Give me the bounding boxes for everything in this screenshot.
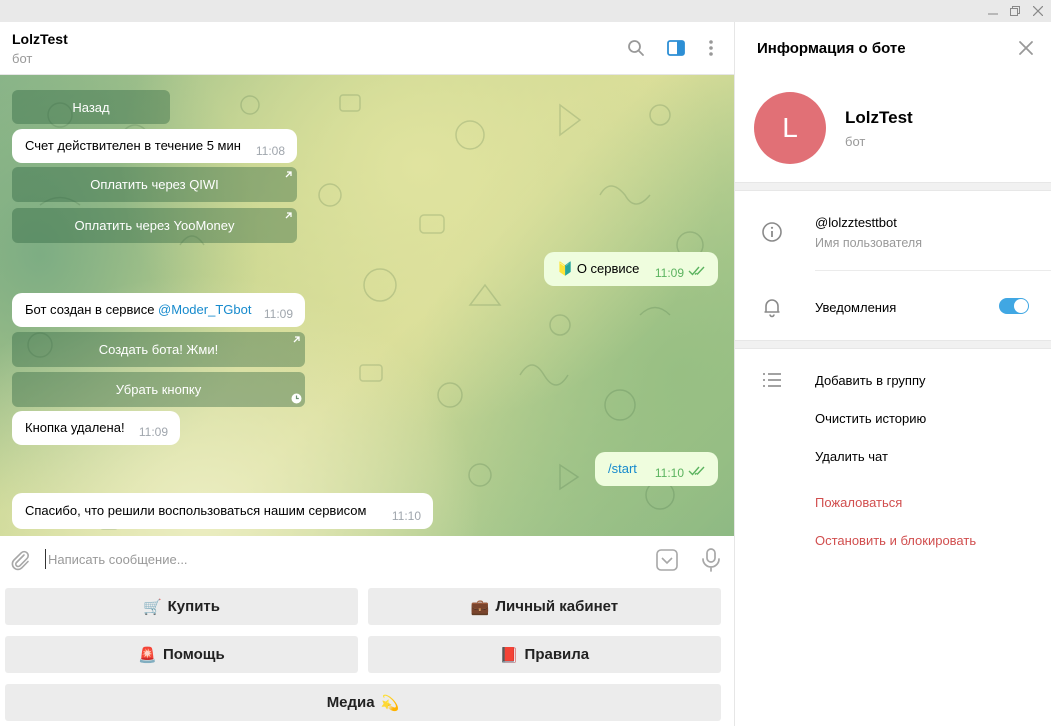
bot-subtitle: бот	[845, 134, 866, 149]
book-icon: 📕	[499, 646, 519, 664]
bot-keyboard-toggle-icon[interactable]	[655, 548, 679, 572]
clock-icon	[291, 393, 302, 404]
reply-keyboard: 🛒 Купить 💼 Личный кабинет 🚨 Помощь 📕 Правила…	[0, 583, 734, 726]
delete-chat-item[interactable]: Удалить чат	[815, 449, 888, 464]
keyboard-button-media[interactable]: Медиа 💫	[5, 684, 721, 721]
microphone-icon[interactable]	[700, 547, 722, 573]
bell-icon	[761, 296, 783, 318]
external-link-icon	[285, 212, 292, 219]
message-text: Кнопка удалена!	[25, 420, 125, 435]
info-icon	[761, 221, 783, 243]
section-divider	[735, 340, 1051, 349]
keyboard-button-cabinet[interactable]: 💼 Личный кабинет	[368, 588, 721, 625]
bot-username[interactable]: @lolzztesttbot	[815, 215, 897, 230]
keyboard-button-rules[interactable]: 📕 Правила	[368, 636, 721, 673]
text-caret	[45, 549, 46, 569]
chat-header: LolzTest бот	[0, 22, 734, 75]
inline-button-back[interactable]: Назад	[12, 90, 170, 124]
section-divider	[735, 182, 1051, 191]
message-text: Счет действителен в течение 5 мин	[25, 138, 241, 153]
message-time: 11:09	[654, 266, 684, 280]
notifications-label: Уведомления	[815, 300, 897, 315]
chat-title[interactable]: LolzTest	[12, 31, 68, 47]
message-created: Бот создан в сервисе @Moder_TGbot 11:09	[12, 293, 305, 327]
keyboard-button-buy[interactable]: 🛒 Купить	[5, 588, 358, 625]
message-time: 11:10	[654, 466, 684, 480]
button-label: Оплатить через QIWI	[90, 177, 219, 192]
notifications-toggle[interactable]	[999, 298, 1029, 314]
message-input[interactable]: Написать сообщение...	[48, 552, 188, 567]
message-thanks: Спасибо, что решили воспользоваться наши…	[12, 493, 433, 529]
more-options-icon[interactable]	[700, 37, 722, 59]
row-divider	[815, 270, 1051, 271]
search-icon[interactable]	[625, 37, 647, 59]
message-text: Спасибо, что решили воспользоваться наши…	[25, 503, 367, 518]
chat-message-area[interactable]: Назад Счет действителен в течение 5 мин …	[0, 75, 734, 536]
start-command-link[interactable]: /start	[608, 461, 637, 476]
message-time: 11:08	[255, 144, 285, 158]
external-link-icon	[285, 171, 292, 178]
sidebar-toggle-icon[interactable]	[665, 37, 687, 59]
message-composer: Написать сообщение...	[0, 536, 734, 583]
dizzy-icon: 💫	[380, 694, 400, 712]
window-titlebar	[0, 0, 1051, 22]
report-item[interactable]: Пожаловаться	[815, 495, 902, 510]
button-label: Оплатить через YooMoney	[74, 218, 235, 233]
attach-icon[interactable]	[9, 549, 31, 571]
read-checks-icon	[688, 266, 705, 276]
read-checks-icon	[688, 466, 705, 476]
stop-block-item[interactable]: Остановить и блокировать	[815, 533, 976, 548]
message-invoice: Счет действителен в течение 5 мин 11:08	[12, 129, 297, 163]
message-time: 11:09	[138, 425, 168, 439]
bot-info-panel: Информация о боте L LolzTest бот @lolzzt…	[734, 22, 1051, 726]
panel-title: Информация о боте	[757, 40, 906, 57]
bot-name: LolzTest	[845, 108, 913, 127]
message-time: 11:09	[263, 307, 293, 321]
message-time: 11:10	[391, 509, 421, 523]
keyboard-button-help[interactable]: 🚨 Помощь	[5, 636, 358, 673]
clear-history-item[interactable]: Очистить историю	[815, 411, 926, 426]
inline-button-pay-qiwi[interactable]: Оплатить через QIWI	[12, 167, 297, 202]
inline-button-create-bot[interactable]: Создать бота! Жми!	[12, 332, 305, 367]
add-to-group-item[interactable]: Добавить в группу	[815, 373, 926, 388]
close-window-icon[interactable]	[1025, 0, 1051, 22]
message-text: Бот создан в сервисе @Moder_TGbot	[25, 302, 252, 317]
siren-icon: 🚨	[138, 646, 157, 664]
message-outgoing-about: 🔰 О сервисе 11:09	[544, 252, 718, 286]
message-text: 🔰 О сервисе	[557, 261, 640, 276]
message-removed: Кнопка удалена! 11:09	[12, 411, 180, 445]
button-label: Убрать кнопку	[115, 382, 202, 397]
avatar[interactable]: L	[754, 92, 826, 164]
close-icon[interactable]	[1017, 39, 1035, 57]
cart-icon: 🛒	[142, 598, 162, 616]
briefcase-icon: 💼	[470, 598, 490, 616]
external-link-icon	[293, 336, 300, 343]
bot-mention-link[interactable]: @Moder_TGbot	[158, 302, 251, 317]
message-outgoing-start: /start 11:10	[595, 452, 718, 486]
chat-subtitle: бот	[12, 51, 33, 66]
inline-button-pay-yoomoney[interactable]: Оплатить через YooMoney	[12, 208, 297, 243]
inline-button-remove[interactable]: Убрать кнопку	[12, 372, 305, 407]
list-icon	[761, 369, 783, 391]
toggle-knob	[1014, 299, 1028, 313]
beginner-emoji: 🔰	[557, 261, 574, 276]
button-label: Создать бота! Жми!	[98, 342, 219, 357]
username-label: Имя пользователя	[815, 236, 922, 250]
